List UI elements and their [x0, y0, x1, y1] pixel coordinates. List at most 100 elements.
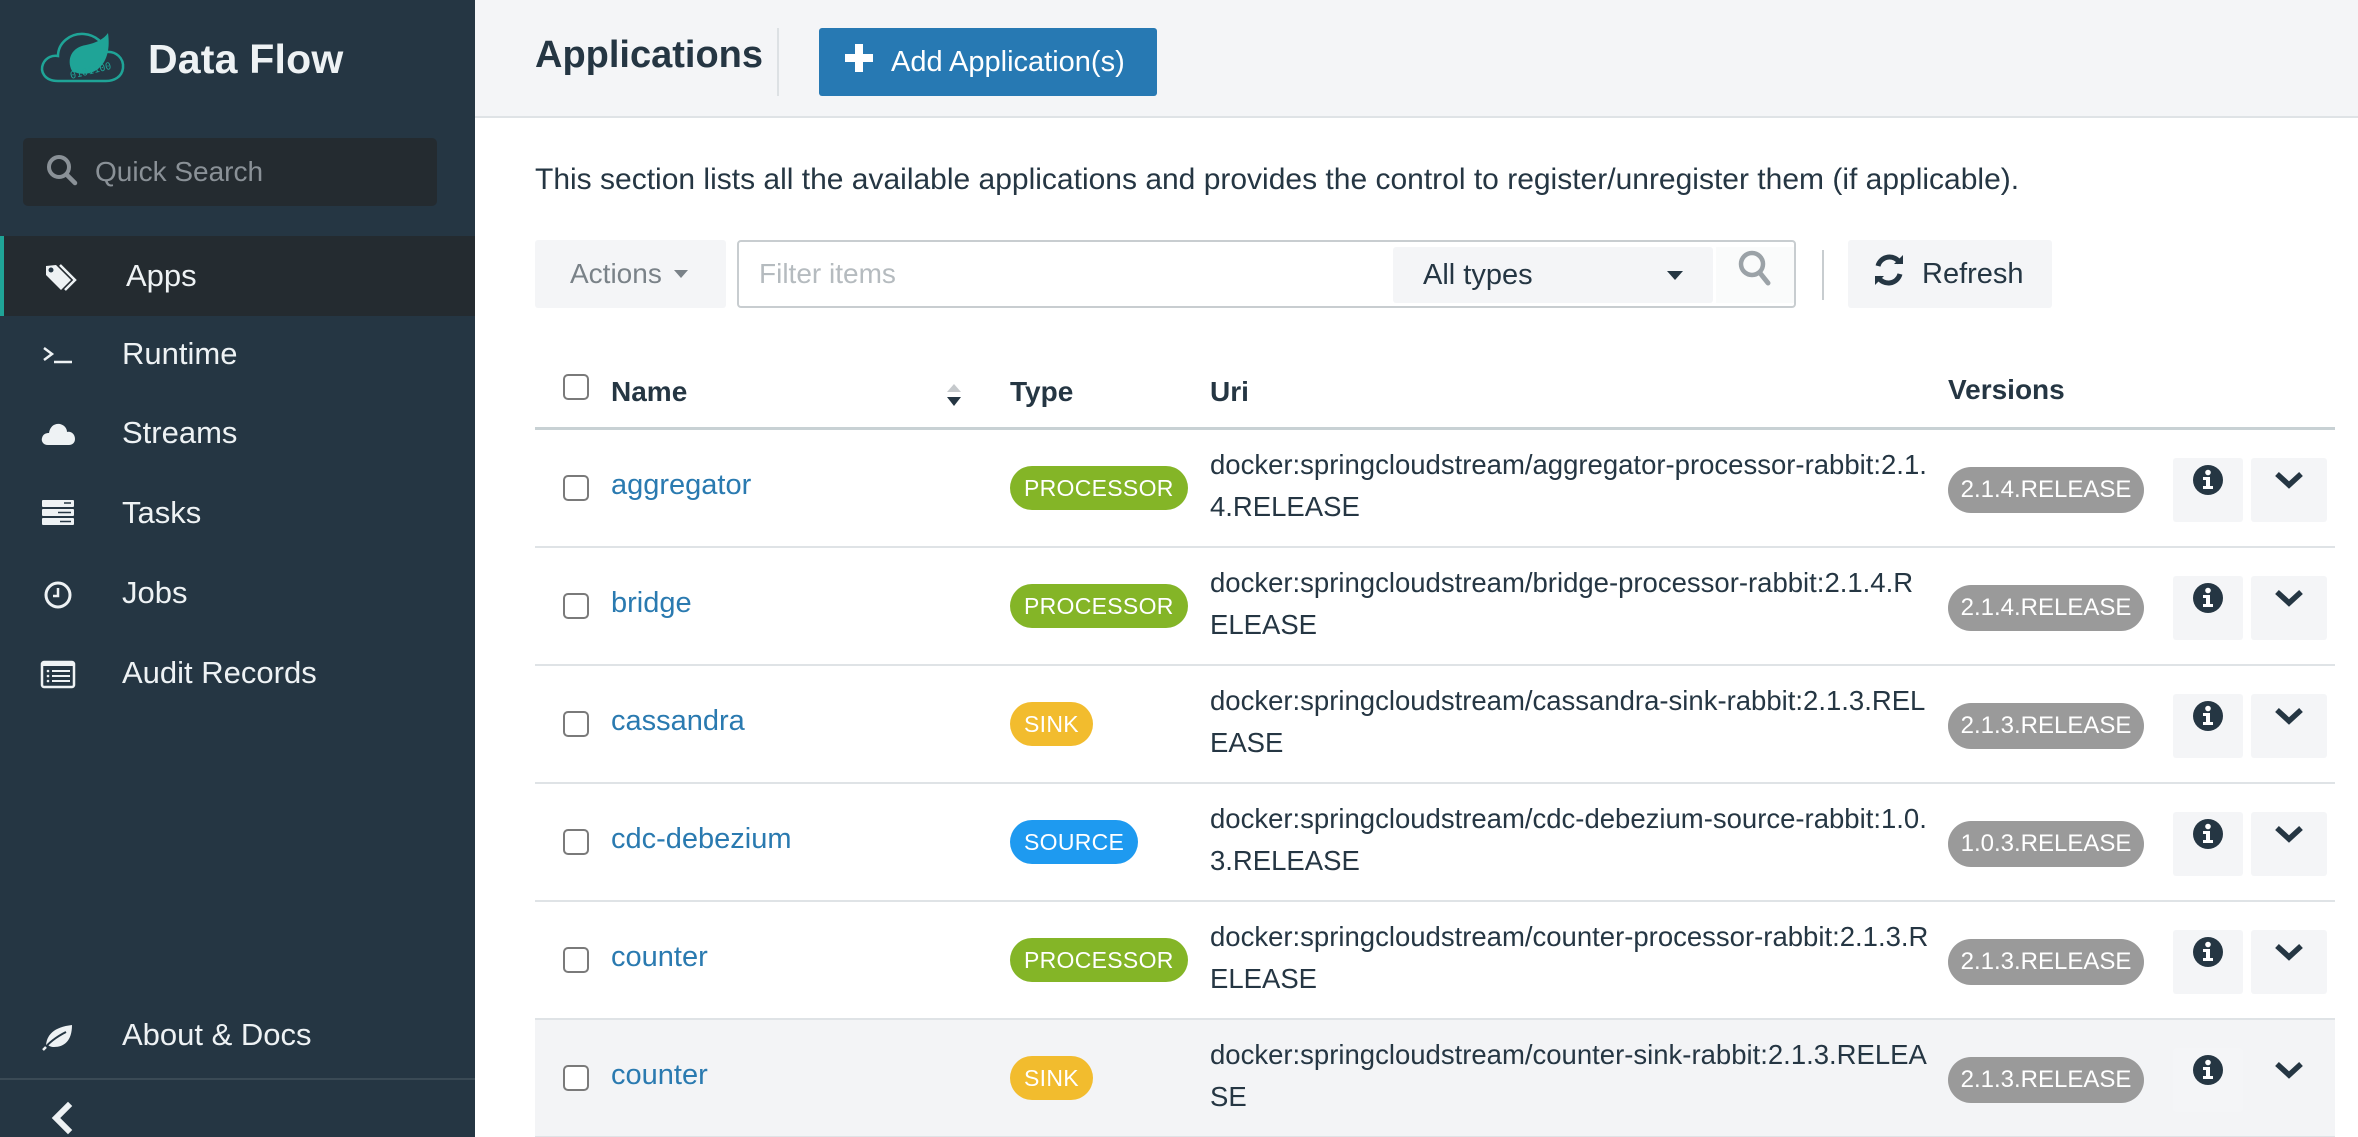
row-menu-button[interactable]	[2251, 812, 2327, 876]
filter-search-button[interactable]	[1716, 247, 1794, 303]
type-select[interactable]: All types	[1393, 247, 1713, 303]
app-name-link[interactable]: cassandra	[611, 705, 745, 738]
row-checkbox[interactable]	[563, 947, 589, 973]
app-uri: docker:springcloudstream/bridge-processo…	[1210, 567, 1914, 640]
sidebar-item-label: Tasks	[122, 495, 202, 530]
sidebar-item-label: About & Docs	[122, 1017, 312, 1052]
app-details-button[interactable]	[2173, 458, 2243, 522]
caret-down-icon	[673, 270, 688, 278]
app-details-button[interactable]	[2173, 930, 2243, 994]
sidebar-item-streams[interactable]: Streams	[0, 393, 475, 473]
table-row: bridge PROCESSOR docker:springcloudstrea…	[535, 548, 2335, 666]
terminal-icon	[40, 336, 76, 372]
page-title: Applications	[535, 34, 764, 76]
refresh-icon	[1872, 253, 1922, 295]
refresh-label: Refresh	[1922, 257, 2024, 290]
spring-cloud-dataflow-logo-icon: 0101100	[38, 25, 126, 94]
row-menu-button[interactable]	[2251, 458, 2327, 522]
sidebar-item-label: Runtime	[122, 336, 238, 371]
column-header-name[interactable]: Name	[611, 376, 687, 408]
sidebar-item-label: Apps	[126, 258, 197, 293]
row-checkbox[interactable]	[563, 1065, 589, 1091]
refresh-button[interactable]: Refresh	[1848, 240, 2052, 308]
app-uri: docker:springcloudstream/counter-process…	[1210, 921, 1929, 994]
sidebar-item-tasks[interactable]: Tasks	[0, 473, 475, 553]
app-name-link[interactable]: counter	[611, 1059, 708, 1092]
app-name-link[interactable]: bridge	[611, 587, 692, 620]
version-badge: 2.1.3.RELEASE	[1948, 939, 2144, 985]
app-name-link[interactable]: counter	[611, 941, 708, 974]
add-applications-button[interactable]: Add Application(s)	[819, 28, 1157, 96]
row-menu-button[interactable]	[2251, 694, 2327, 758]
version-badge: 2.1.3.RELEASE	[1948, 1057, 2144, 1103]
sidebar-item-label: Audit Records	[122, 655, 317, 690]
row-checkbox[interactable]	[563, 711, 589, 737]
row-checkbox[interactable]	[563, 829, 589, 855]
chevron-down-icon	[2273, 582, 2305, 617]
version-badge: 2.1.4.RELEASE	[1948, 467, 2144, 513]
chevron-left-icon	[44, 1101, 84, 1137]
app-details-button[interactable]	[2173, 1048, 2243, 1112]
sidebar-item-label: Jobs	[122, 575, 188, 610]
section-description: This section lists all the available app…	[535, 163, 2020, 196]
type-badge: SOURCE	[1010, 820, 1139, 864]
sidebar-item-jobs[interactable]: Jobs	[0, 553, 475, 633]
filter-input[interactable]	[759, 250, 1379, 298]
select-all-checkbox[interactable]	[563, 374, 589, 400]
app-name-link[interactable]: cdc-debezium	[611, 823, 792, 856]
chevron-down-icon	[2273, 464, 2305, 499]
brand-title: Data Flow	[148, 35, 344, 82]
row-checkbox[interactable]	[563, 593, 589, 619]
chevron-down-icon	[2273, 700, 2305, 735]
quick-search-box[interactable]	[23, 138, 437, 206]
column-header-type: Type	[1010, 376, 1074, 407]
row-menu-button[interactable]	[2251, 1048, 2327, 1112]
sidebar-divider	[0, 1078, 475, 1080]
filter-group: All types	[737, 240, 1796, 308]
actions-dropdown-button[interactable]: Actions	[535, 240, 726, 308]
version-badge: 2.1.4.RELEASE	[1948, 585, 2144, 631]
table-row: counter SINK docker:springcloudstream/co…	[535, 1020, 2335, 1137]
app-name-link[interactable]: aggregator	[611, 469, 751, 502]
chevron-down-icon	[2273, 936, 2305, 971]
type-badge: PROCESSOR	[1010, 584, 1188, 628]
version-badge: 1.0.3.RELEASE	[1948, 821, 2144, 867]
sidebar: 0101100 Data Flow Apps Runtime Streams T…	[0, 0, 475, 1137]
type-select-value: All types	[1423, 258, 1533, 291]
quick-search-input[interactable]	[95, 156, 415, 188]
page-header: Applications Add Application(s)	[475, 0, 2358, 118]
actions-label: Actions	[570, 258, 662, 289]
row-menu-button[interactable]	[2251, 930, 2327, 994]
sidebar-collapse-button[interactable]	[44, 1100, 84, 1137]
row-menu-button[interactable]	[2251, 576, 2327, 640]
brand[interactable]: 0101100 Data Flow	[38, 26, 343, 92]
app-uri: docker:springcloudstream/counter-sink-ra…	[1210, 1039, 1927, 1112]
app-details-button[interactable]	[2173, 694, 2243, 758]
app-uri: docker:springcloudstream/cassandra-sink-…	[1210, 685, 1926, 758]
table-header: Name Type Uri Versions	[535, 350, 2335, 430]
sidebar-item-audit-records[interactable]: Audit Records	[0, 633, 475, 713]
info-circle-icon	[2192, 818, 2224, 853]
add-applications-label: Add Application(s)	[891, 45, 1125, 78]
sort-icon[interactable]	[947, 384, 961, 406]
version-badge: 2.1.3.RELEASE	[1948, 703, 2144, 749]
chevron-down-icon	[2273, 1054, 2305, 1089]
sidebar-item-apps[interactable]: Apps	[0, 236, 475, 316]
type-badge: PROCESSOR	[1010, 938, 1188, 982]
search-icon	[45, 153, 79, 192]
info-circle-icon	[2192, 582, 2224, 617]
column-header-versions: Versions	[1948, 374, 2065, 405]
row-checkbox[interactable]	[563, 475, 589, 501]
app-details-button[interactable]	[2173, 576, 2243, 640]
cloud-icon	[40, 415, 76, 451]
plus-icon	[845, 44, 891, 80]
sidebar-item-runtime[interactable]: Runtime	[0, 314, 475, 394]
type-badge: SINK	[1010, 702, 1093, 746]
info-circle-icon	[2192, 464, 2224, 499]
leaf-icon	[40, 1017, 76, 1053]
clock-icon	[40, 575, 76, 611]
info-circle-icon	[2192, 1054, 2224, 1089]
sidebar-item-about-docs[interactable]: About & Docs	[0, 995, 475, 1075]
toolbar-separator	[1822, 250, 1824, 300]
app-details-button[interactable]	[2173, 812, 2243, 876]
